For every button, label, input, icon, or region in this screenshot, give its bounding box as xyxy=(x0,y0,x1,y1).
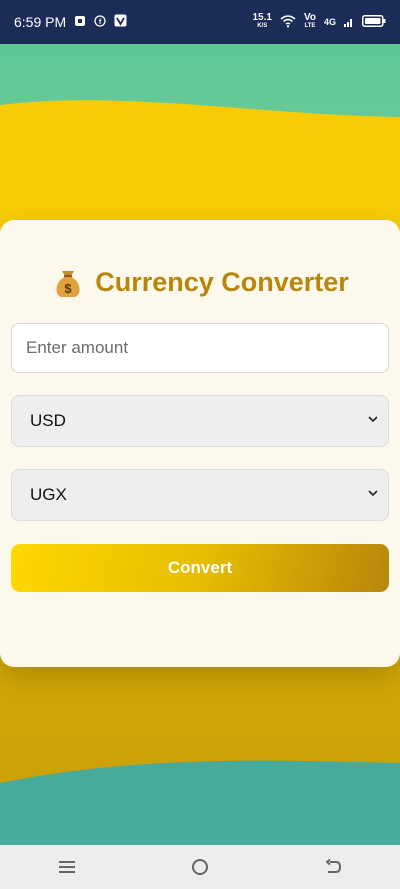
svg-text:f: f xyxy=(99,19,102,26)
chevron-down-icon xyxy=(366,411,380,431)
network-speed: 15.1 K/S xyxy=(252,13,271,31)
signal-icon xyxy=(344,16,354,29)
status-bar: 6:59 PM f 15.1 K/S Vo LTE 4G xyxy=(0,0,400,44)
speed-unit: K/S xyxy=(257,23,268,29)
to-currency-select[interactable]: UGX xyxy=(11,469,389,521)
from-currency-select[interactable]: USD xyxy=(11,395,389,447)
facebook-icon: f xyxy=(94,14,106,30)
status-right: 15.1 K/S Vo LTE 4G xyxy=(252,13,386,31)
back-icon[interactable] xyxy=(319,853,347,881)
volte-top: Vo xyxy=(303,12,316,23)
volte-indicator: Vo LTE xyxy=(304,13,316,31)
chevron-down-icon xyxy=(366,485,380,505)
volte-bottom: LTE xyxy=(304,23,316,29)
vimeo-icon xyxy=(114,14,127,30)
network-type: 4G xyxy=(323,17,336,27)
battery-icon xyxy=(362,15,386,29)
sim-card-icon xyxy=(74,14,86,30)
home-icon[interactable] xyxy=(186,853,214,881)
to-currency-value: UGX xyxy=(30,485,67,504)
page-title: $ Currency Converter xyxy=(0,265,400,299)
speed-value: 15.1 xyxy=(252,12,272,23)
title-text: Currency Converter xyxy=(95,266,349,297)
from-currency-value: USD xyxy=(30,411,66,430)
menu-icon[interactable] xyxy=(53,853,81,881)
money-bag-icon: $ xyxy=(51,265,85,299)
status-time: 6:59 PM xyxy=(14,14,67,30)
svg-text:$: $ xyxy=(65,281,73,296)
background-wave-bottom xyxy=(0,760,400,850)
convert-button[interactable]: Convert xyxy=(11,544,389,592)
status-left: 6:59 PM f xyxy=(14,14,127,30)
wifi-icon xyxy=(280,14,296,30)
navigation-bar xyxy=(0,845,400,889)
amount-input[interactable] xyxy=(11,323,389,373)
